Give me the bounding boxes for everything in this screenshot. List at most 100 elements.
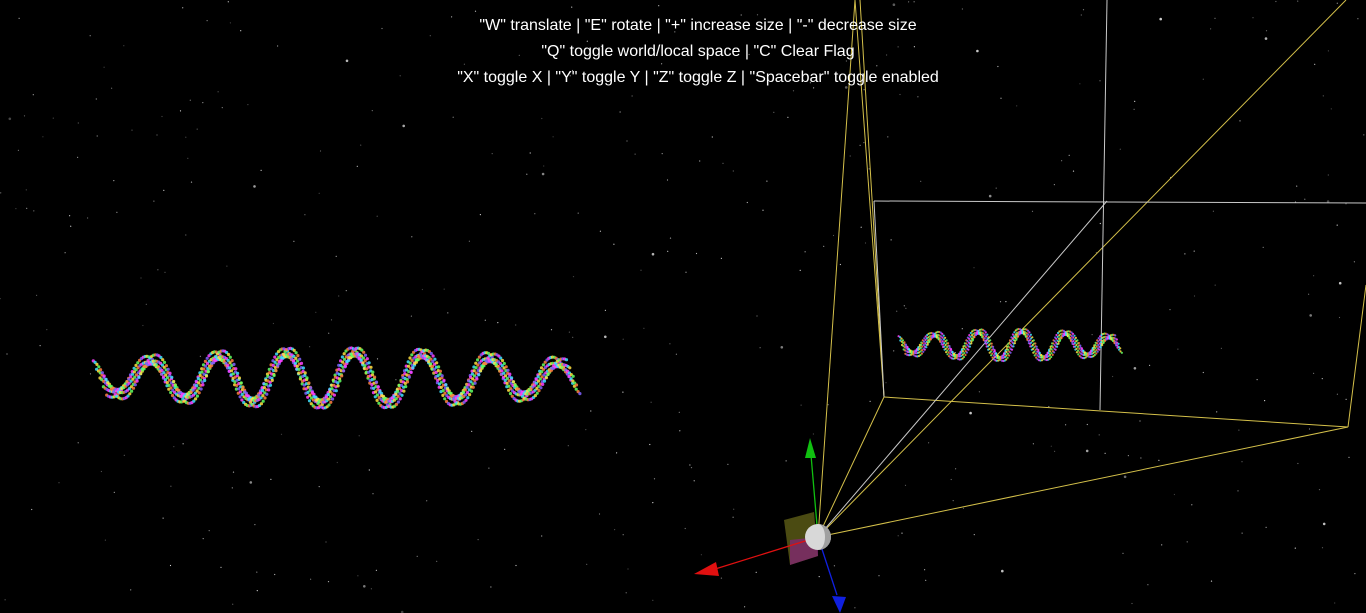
star bbox=[8, 117, 12, 121]
wave-particle bbox=[398, 397, 402, 401]
star bbox=[189, 99, 191, 101]
star bbox=[164, 271, 166, 273]
star bbox=[1322, 522, 1326, 526]
star bbox=[208, 530, 210, 532]
star bbox=[720, 257, 723, 259]
star bbox=[529, 152, 531, 154]
wave-particle bbox=[279, 356, 284, 360]
wave-particle bbox=[298, 357, 302, 361]
wave-particle bbox=[206, 369, 210, 374]
wave-particle bbox=[1070, 338, 1074, 341]
star bbox=[999, 301, 1002, 303]
wave-particle bbox=[301, 366, 305, 370]
wave-particle bbox=[99, 368, 103, 372]
star bbox=[649, 443, 651, 446]
wave-particle bbox=[144, 361, 148, 365]
scene-canvas[interactable] bbox=[0, 0, 1366, 613]
wave-particle bbox=[901, 339, 905, 342]
star bbox=[479, 214, 481, 216]
wave-particle bbox=[1072, 340, 1075, 343]
wave-particle bbox=[449, 394, 453, 398]
star bbox=[402, 124, 406, 128]
wave-particle bbox=[1027, 337, 1030, 340]
star bbox=[913, 1, 915, 3]
frustum-edge bbox=[859, 0, 885, 398]
wave-particle bbox=[508, 372, 512, 376]
wave-particle bbox=[228, 366, 232, 370]
wave-particle bbox=[204, 374, 209, 378]
wave-particle bbox=[226, 352, 231, 357]
star bbox=[272, 322, 274, 325]
wave-particle bbox=[511, 380, 516, 384]
wave-particle bbox=[243, 390, 247, 394]
webgl-viewport[interactable]: "W" translate | "E" rotate | "+" increas… bbox=[0, 0, 1366, 613]
star bbox=[823, 245, 825, 247]
star bbox=[325, 541, 327, 543]
star bbox=[1140, 457, 1142, 459]
star bbox=[1082, 9, 1085, 11]
wave-particle bbox=[968, 337, 971, 340]
wave-particle bbox=[97, 365, 101, 369]
star bbox=[157, 269, 159, 271]
wave-particle bbox=[102, 374, 106, 378]
star bbox=[1048, 406, 1050, 408]
star bbox=[1104, 452, 1106, 454]
star bbox=[973, 534, 975, 536]
star bbox=[1159, 17, 1162, 21]
wave-particle bbox=[1095, 345, 1098, 348]
star bbox=[616, 452, 618, 454]
wave-particle bbox=[342, 352, 346, 356]
wave-particle bbox=[100, 371, 104, 375]
wave-particle bbox=[276, 364, 280, 368]
wave-particle bbox=[961, 350, 965, 353]
star bbox=[978, 391, 981, 393]
star bbox=[497, 322, 499, 324]
star bbox=[652, 502, 654, 504]
wave-particle bbox=[208, 365, 212, 369]
wave-particle bbox=[104, 377, 108, 381]
star bbox=[370, 588, 372, 590]
wave-particle bbox=[1009, 351, 1012, 354]
wave-particle bbox=[993, 349, 996, 352]
wave-particle bbox=[465, 385, 469, 389]
star bbox=[1238, 429, 1240, 431]
wave-particle bbox=[944, 336, 947, 339]
wave-particle bbox=[299, 361, 304, 365]
star bbox=[897, 46, 899, 48]
star bbox=[1127, 455, 1129, 457]
star bbox=[787, 116, 789, 118]
wave-particle bbox=[990, 342, 993, 345]
star bbox=[887, 136, 889, 138]
star bbox=[818, 576, 820, 578]
star bbox=[345, 290, 347, 292]
star bbox=[552, 136, 554, 138]
wave-particle bbox=[340, 374, 344, 378]
wave-particle bbox=[963, 352, 966, 355]
wave-particle bbox=[948, 345, 951, 348]
star bbox=[1265, 526, 1267, 529]
wave-particle bbox=[137, 375, 141, 379]
star bbox=[1334, 602, 1336, 604]
wave-particle bbox=[228, 355, 232, 359]
star bbox=[653, 478, 656, 480]
star bbox=[196, 128, 198, 130]
wave-particle bbox=[347, 356, 351, 360]
wave-particle bbox=[362, 350, 366, 354]
star bbox=[577, 212, 579, 214]
wave-particle bbox=[941, 336, 944, 339]
star bbox=[864, 242, 867, 244]
wave-particle bbox=[1077, 341, 1080, 345]
star bbox=[131, 129, 133, 131]
star bbox=[95, 98, 97, 100]
wave-particle bbox=[281, 352, 285, 356]
wave-particle bbox=[986, 333, 989, 336]
star bbox=[812, 433, 815, 435]
wave-particle bbox=[402, 389, 406, 393]
wave-particle bbox=[1031, 336, 1034, 339]
wave-particle bbox=[1073, 341, 1076, 345]
star bbox=[683, 81, 685, 83]
star bbox=[650, 401, 652, 403]
wave-particle bbox=[369, 365, 373, 369]
star bbox=[791, 79, 794, 81]
star bbox=[1099, 80, 1101, 82]
